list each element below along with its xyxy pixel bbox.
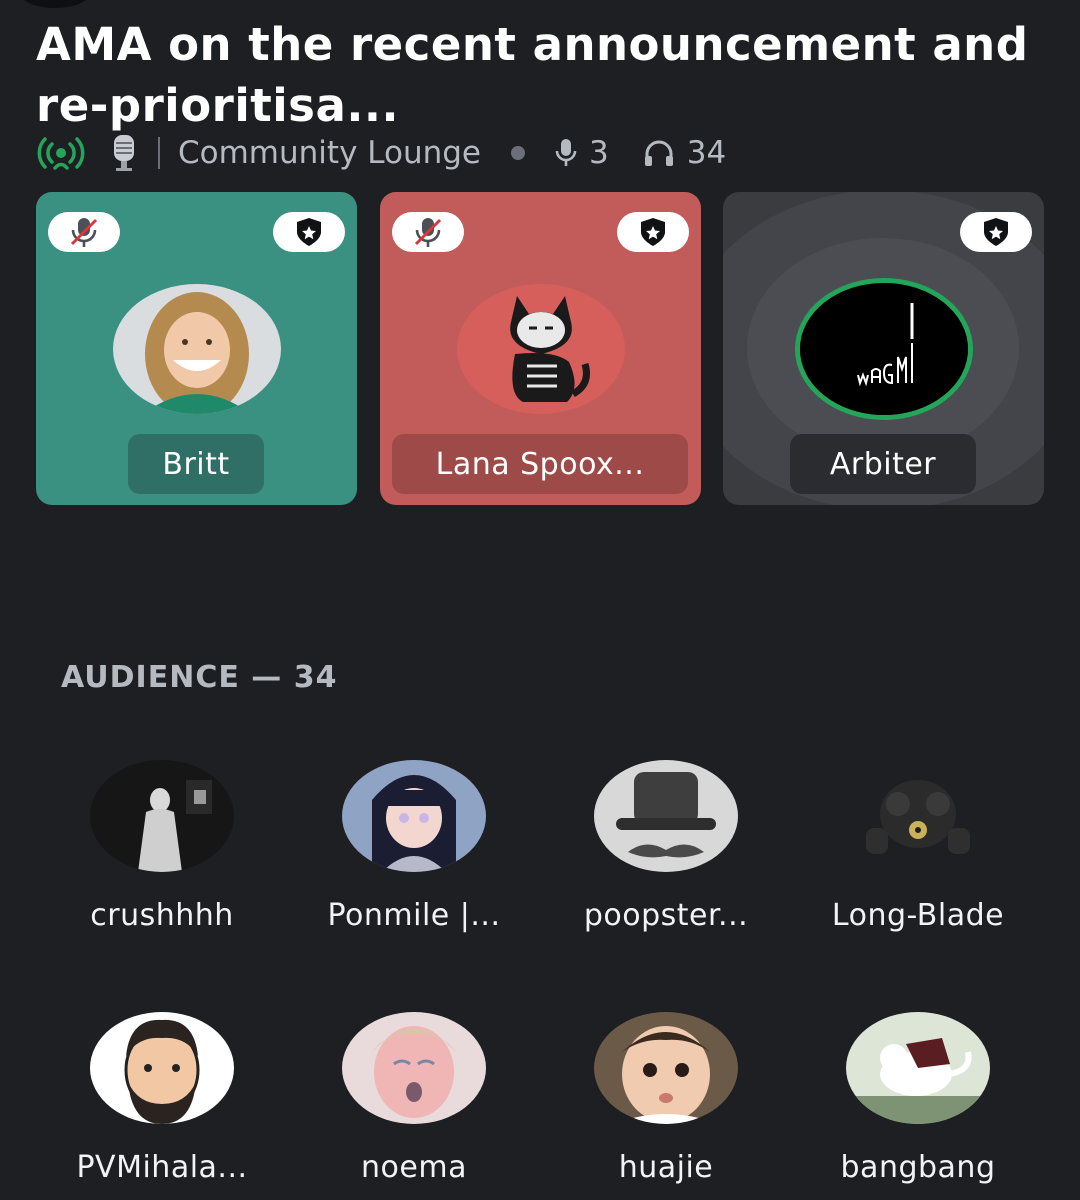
- audience-name: crushhhh: [90, 898, 234, 933]
- microphone-stand-icon: [110, 133, 138, 173]
- audience-member[interactable]: huajie: [551, 1012, 781, 1185]
- speaker-avatar: [113, 284, 281, 414]
- audience-member[interactable]: poopster...: [551, 760, 781, 933]
- audience-name: poopster...: [583, 898, 749, 933]
- audience-name: huajie: [618, 1150, 714, 1185]
- avatar: [342, 1012, 486, 1124]
- speaker-name: Lana Spoox...: [392, 434, 688, 494]
- avatar: [90, 760, 234, 872]
- audience-name: Ponmile |...: [327, 898, 501, 933]
- audience-member[interactable]: Ponmile |...: [299, 760, 529, 933]
- audience-header: AUDIENCE — 34: [61, 660, 338, 695]
- audience-name: noema: [361, 1150, 467, 1185]
- muted-mic-icon: [392, 212, 464, 252]
- separator-dot: [511, 146, 526, 160]
- audience-name: bangbang: [840, 1150, 996, 1185]
- avatar: [90, 1012, 234, 1124]
- moderator-shield-icon: [273, 212, 345, 252]
- speaker-card-arbiter[interactable]: Arbiter: [723, 192, 1044, 505]
- speaker-name: Arbiter: [790, 434, 976, 494]
- audience-member[interactable]: Long-Blade: [803, 760, 1033, 933]
- speaker-card-lana[interactable]: Lana Spoox...: [380, 192, 701, 505]
- avatar: [846, 760, 990, 872]
- moderator-shield-icon: [617, 212, 689, 252]
- divider: [158, 137, 160, 169]
- avatar: [846, 1012, 990, 1124]
- microphone-icon: [555, 137, 577, 169]
- speaker-name: Britt: [128, 434, 264, 494]
- channel-name[interactable]: Community Lounge: [178, 135, 481, 171]
- audience-name: Long-Blade: [831, 898, 1005, 933]
- audience-member[interactable]: crushhhh: [47, 760, 277, 933]
- speaker-avatar: [795, 278, 973, 420]
- audience-member[interactable]: noema: [299, 1012, 529, 1185]
- audience-member[interactable]: bangbang: [803, 1012, 1033, 1185]
- audience-name: PVMihala...: [76, 1150, 248, 1185]
- audience-member[interactable]: PVMihala...: [47, 1012, 277, 1185]
- muted-mic-icon: [48, 212, 120, 252]
- avatar: [594, 760, 738, 872]
- listener-count: 34: [686, 135, 727, 171]
- header-avatar-edge: [20, 0, 90, 8]
- avatar: [594, 1012, 738, 1124]
- speaker-avatar: [457, 284, 625, 414]
- speaker-count: 3: [589, 135, 609, 171]
- headphones-icon: [643, 138, 675, 168]
- stage-title: AMA on the recent announcement and re-pr…: [36, 18, 1029, 132]
- stage-meta: Community Lounge 3 34: [36, 131, 726, 175]
- avatar: [342, 760, 486, 872]
- moderator-shield-icon: [960, 212, 1032, 252]
- live-stage-icon: [36, 135, 86, 171]
- speaker-card-britt[interactable]: Britt: [36, 192, 357, 505]
